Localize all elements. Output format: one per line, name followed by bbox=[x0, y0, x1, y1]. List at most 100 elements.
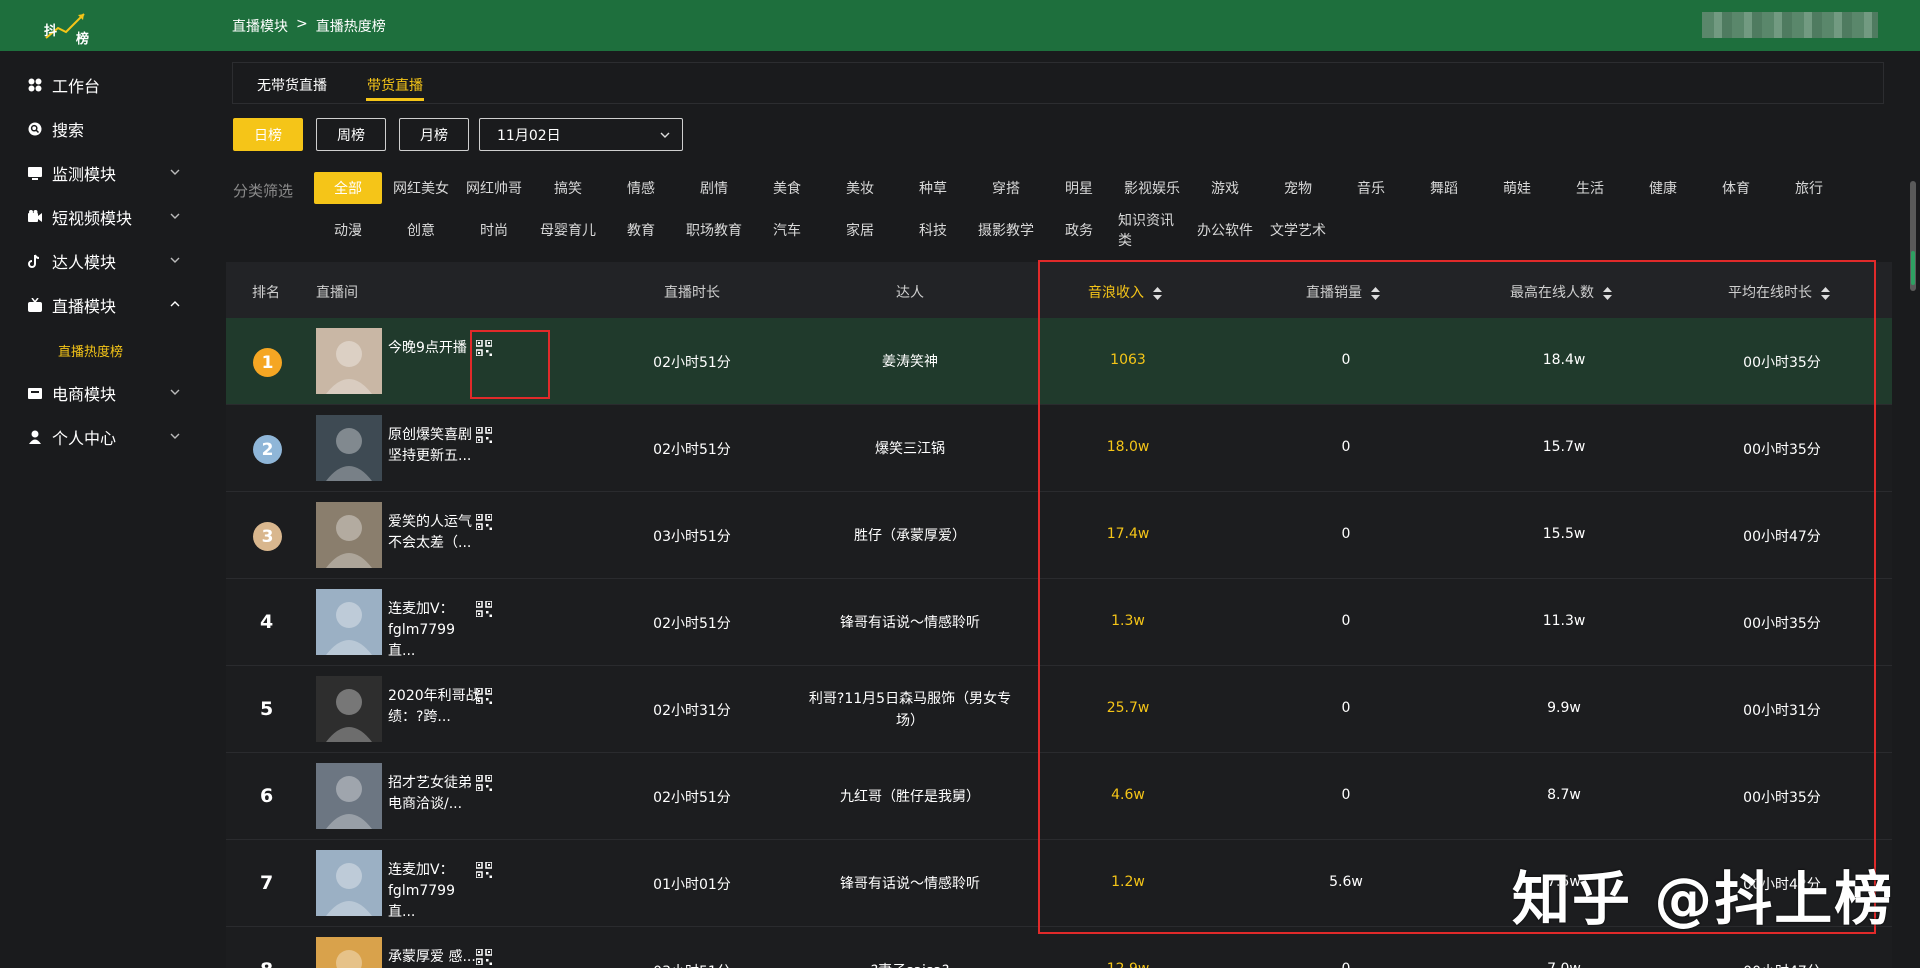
category-option[interactable]: 职场教育 bbox=[680, 214, 748, 246]
category-option[interactable]: 音乐 bbox=[1337, 172, 1405, 204]
weekly-rank-button[interactable]: 周榜 bbox=[316, 118, 386, 151]
monthly-rank-button[interactable]: 月榜 bbox=[399, 118, 469, 151]
category-option[interactable]: 知识资讯类 bbox=[1118, 213, 1186, 249]
scrollbar[interactable] bbox=[1906, 51, 1920, 968]
category-option[interactable]: 穿搭 bbox=[972, 172, 1040, 204]
qr-code-icon[interactable] bbox=[476, 862, 492, 878]
table-row[interactable]: 1 今晚9点开播 02小时51分 姜涛笑神 1063 0 18.4w 00小时3… bbox=[226, 318, 1892, 405]
peak-online-value: 8.7w bbox=[1547, 787, 1581, 803]
category-option[interactable]: 情感 bbox=[607, 172, 675, 204]
category-option[interactable]: 健康 bbox=[1629, 172, 1697, 204]
qr-code-icon[interactable] bbox=[476, 340, 492, 356]
streamer-name[interactable]: ?妻子saisa? bbox=[800, 960, 1020, 968]
avatar[interactable] bbox=[316, 763, 382, 829]
sidebar-item-influencer[interactable]: 达人模块 bbox=[28, 249, 180, 273]
category-option[interactable]: 网红帅哥 bbox=[460, 172, 528, 204]
sidebar-item-workbench[interactable]: 工作台 bbox=[28, 73, 178, 97]
avatar[interactable] bbox=[316, 502, 382, 568]
sidebar-item-search[interactable]: 搜索 bbox=[28, 117, 178, 141]
room-name[interactable]: 连麦加V：fglm7799 直... bbox=[388, 599, 480, 662]
breadcrumb-level1[interactable]: 直播模块 bbox=[232, 16, 288, 36]
category-option[interactable]: 动漫 bbox=[314, 214, 382, 246]
category-option[interactable]: 汽车 bbox=[753, 214, 821, 246]
category-option[interactable]: 影视娱乐 bbox=[1118, 172, 1186, 204]
category-option[interactable]: 办公软件 bbox=[1191, 214, 1259, 246]
header-peak-online[interactable]: 最高在线人数 bbox=[1510, 282, 1613, 302]
streamer-name[interactable]: 九红哥（胜仔是我舅） bbox=[800, 786, 1020, 808]
category-option[interactable]: 教育 bbox=[607, 214, 675, 246]
qr-code-icon[interactable] bbox=[476, 775, 492, 791]
room-name[interactable]: 原创爆笑喜剧坚持更新五... bbox=[388, 425, 480, 467]
category-option[interactable]: 搞笑 bbox=[534, 172, 602, 204]
category-option[interactable]: 旅行 bbox=[1775, 172, 1843, 204]
room-name[interactable]: 爱笑的人运气不会太差（... bbox=[388, 512, 480, 554]
category-option[interactable]: 全部 bbox=[314, 172, 382, 204]
category-option[interactable]: 种草 bbox=[899, 172, 967, 204]
peak-online-value: 15.7w bbox=[1542, 439, 1586, 455]
table-row[interactable]: 3 爱笑的人运气不会太差（... 03小时51分 胜仔（承蒙厚爱） 17.4w … bbox=[226, 492, 1892, 579]
category-option[interactable]: 宠物 bbox=[1264, 172, 1332, 204]
category-option[interactable]: 网红美女 bbox=[387, 172, 455, 204]
avatar[interactable] bbox=[316, 328, 382, 394]
category-option[interactable]: 家居 bbox=[826, 214, 894, 246]
header-income[interactable]: 音浪收入 bbox=[1088, 282, 1163, 302]
qr-code-icon[interactable] bbox=[476, 949, 492, 965]
category-option[interactable]: 舞蹈 bbox=[1410, 172, 1478, 204]
room-name[interactable]: 连麦加V：fglm7799 直... bbox=[388, 860, 480, 923]
category-option[interactable]: 生活 bbox=[1556, 172, 1624, 204]
header-sales[interactable]: 直播销量 bbox=[1306, 282, 1381, 302]
date-select[interactable]: 11月02日 bbox=[479, 118, 683, 151]
streamer-name[interactable]: 锋哥有话说～情感聆听 bbox=[800, 873, 1020, 895]
sidebar-item-monitor[interactable]: 监测模块 bbox=[28, 161, 180, 185]
logo[interactable]: 抖 榜 bbox=[40, 8, 100, 47]
category-option[interactable]: 创意 bbox=[387, 214, 455, 246]
avatar[interactable] bbox=[316, 676, 382, 742]
category-option[interactable]: 文学艺术 bbox=[1264, 214, 1332, 246]
header-avg-online[interactable]: 平均在线时长 bbox=[1728, 282, 1831, 302]
qr-code-icon[interactable] bbox=[476, 601, 492, 617]
sidebar-item-short-video[interactable]: 短视频模块 bbox=[28, 205, 180, 229]
table-row[interactable]: 5 2020年利哥战绩：?跨... 02小时31分 利哥?11月5日森马服饰（男… bbox=[226, 666, 1892, 753]
category-option[interactable]: 摄影教学 bbox=[972, 214, 1040, 246]
user-info-blurred[interactable] bbox=[1702, 12, 1878, 38]
table-row[interactable]: 2 原创爆笑喜剧坚持更新五... 02小时51分 爆笑三江锅 18.0w 0 1… bbox=[226, 405, 1892, 492]
category-option[interactable]: 科技 bbox=[899, 214, 967, 246]
category-option[interactable]: 美食 bbox=[753, 172, 821, 204]
streamer-name[interactable]: 姜涛笑神 bbox=[800, 351, 1020, 373]
room-name[interactable]: 承蒙厚爱 感... bbox=[388, 947, 480, 968]
tab-goods-live[interactable]: 带货直播 bbox=[367, 75, 423, 95]
category-option[interactable]: 政务 bbox=[1045, 214, 1113, 246]
category-option[interactable]: 明星 bbox=[1045, 172, 1113, 204]
tab-no-goods-live[interactable]: 无带货直播 bbox=[257, 75, 327, 95]
daily-rank-button[interactable]: 日榜 bbox=[233, 118, 303, 151]
table-row[interactable]: 4 连麦加V：fglm7799 直... 02小时51分 锋哥有话说～情感聆听 … bbox=[226, 579, 1892, 666]
category-option[interactable]: 剧情 bbox=[680, 172, 748, 204]
streamer-name[interactable]: 胜仔（承蒙厚爱） bbox=[800, 525, 1020, 547]
streamer-name[interactable]: 利哥?11月5日森马服饰（男女专场） bbox=[800, 688, 1020, 732]
streamer-name[interactable]: 锋哥有话说～情感聆听 bbox=[800, 612, 1020, 634]
streamer-name[interactable]: 爆笑三江锅 bbox=[800, 438, 1020, 460]
qr-code-icon[interactable] bbox=[476, 688, 492, 704]
qr-code-icon[interactable] bbox=[476, 514, 492, 530]
room-name[interactable]: 今晚9点开播 bbox=[388, 338, 480, 359]
income-value: 1.3w bbox=[1111, 613, 1145, 629]
category-option[interactable]: 时尚 bbox=[460, 214, 528, 246]
category-option[interactable]: 美妆 bbox=[826, 172, 894, 204]
table-row[interactable]: 6 招才艺女徒弟电商洽谈/... 02小时51分 九红哥（胜仔是我舅） 4.6w… bbox=[226, 753, 1892, 840]
sidebar-item-ecommerce[interactable]: 电商模块 bbox=[28, 381, 180, 405]
avatar[interactable] bbox=[316, 589, 382, 655]
category-option[interactable]: 萌娃 bbox=[1483, 172, 1551, 204]
category-option[interactable]: 游戏 bbox=[1191, 172, 1259, 204]
room-name[interactable]: 招才艺女徒弟电商洽谈/... bbox=[388, 773, 480, 815]
category-option[interactable]: 体育 bbox=[1702, 172, 1770, 204]
category-option[interactable]: 母婴育儿 bbox=[534, 214, 602, 246]
avatar[interactable] bbox=[316, 937, 382, 968]
sidebar-item-profile[interactable]: 个人中心 bbox=[28, 425, 180, 449]
room-name[interactable]: 2020年利哥战绩：?跨... bbox=[388, 686, 480, 728]
sidebar-item-live[interactable]: 直播模块 bbox=[28, 293, 180, 317]
sales-value: 5.6w bbox=[1329, 874, 1363, 890]
avatar[interactable] bbox=[316, 415, 382, 481]
qr-code-icon[interactable] bbox=[476, 427, 492, 443]
avatar[interactable] bbox=[316, 850, 382, 916]
sidebar-subitem-live-heat[interactable]: 直播热度榜 bbox=[58, 341, 123, 360]
